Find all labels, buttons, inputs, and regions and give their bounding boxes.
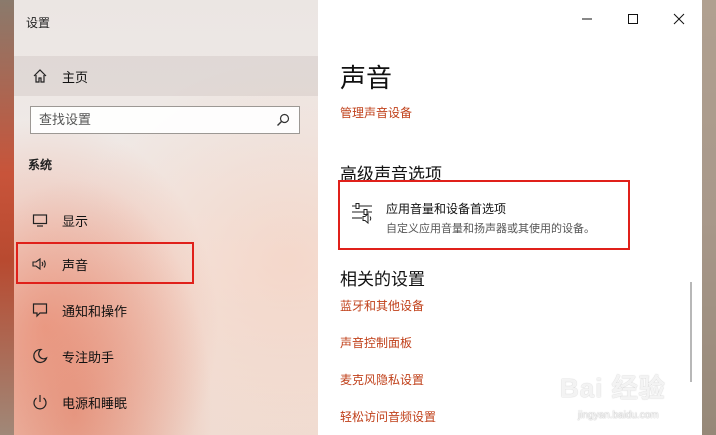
watermark-sub: jingyan.baidu.com — [578, 410, 659, 421]
home-icon — [30, 66, 50, 86]
maximize-button[interactable] — [610, 4, 656, 34]
sidebar-item-label: 主页 — [62, 70, 89, 86]
minimize-button[interactable] — [564, 4, 610, 34]
sidebar-item-notifications[interactable]: 通知和操作 — [14, 290, 318, 330]
minimize-icon — [581, 10, 593, 29]
sound-control-panel-link[interactable]: 声音控制面板 — [340, 334, 412, 351]
speaker-icon — [30, 254, 50, 274]
window-controls — [564, 4, 702, 34]
app-volume-preferences-title: 应用音量和设备首选项 — [386, 202, 507, 216]
sidebar-item-home[interactable]: 主页 — [14, 56, 318, 96]
app-volume-preferences-item[interactable]: 应用音量和设备首选项 自定义应用音量和扬声器或其使用的设备。 — [340, 182, 630, 242]
sidebar-item-label: 显示 — [62, 214, 89, 230]
ease-of-access-audio-link[interactable]: 轻松访问音频设置 — [340, 408, 436, 425]
sidebar-item-label: 电源和睡眠 — [62, 396, 128, 412]
maximize-icon — [627, 10, 639, 29]
microphone-privacy-link[interactable]: 麦克风隐私设置 — [340, 371, 424, 388]
sidebar-item-sound[interactable]: 声音 — [14, 244, 318, 284]
sidebar-item-label: 声音 — [62, 258, 89, 274]
search-input[interactable] — [31, 111, 273, 129]
notification-icon — [30, 300, 50, 320]
display-icon — [30, 210, 50, 230]
sidebar-item-power[interactable]: 电源和睡眠 — [14, 382, 318, 422]
section-label: 系统 — [28, 158, 53, 172]
close-button[interactable] — [656, 4, 702, 34]
search-field[interactable] — [30, 106, 300, 134]
bluetooth-devices-link[interactable]: 蓝牙和其他设备 — [340, 297, 424, 314]
window-title: 设置 — [26, 16, 51, 30]
search-icon[interactable] — [273, 110, 293, 130]
related-settings-heading: 相关的设置 — [340, 270, 425, 290]
sidebar: 设置 主页 系统 显示 声音 — [14, 0, 318, 435]
moon-icon — [30, 346, 50, 366]
page-title: 声音 — [340, 64, 393, 94]
power-icon — [30, 392, 50, 412]
sidebar-item-label: 通知和操作 — [62, 304, 128, 320]
app-volume-preferences-description: 自定义应用音量和扬声器或其使用的设备。 — [386, 222, 595, 235]
watermark-main: Bai 经验 — [560, 373, 666, 403]
sliders-speaker-icon — [350, 202, 374, 226]
sidebar-item-display[interactable]: 显示 — [14, 200, 318, 240]
desktop-background-left — [0, 0, 14, 435]
manage-sound-devices-link[interactable]: 管理声音设备 — [340, 104, 412, 121]
sidebar-item-focus-assist[interactable]: 专注助手 — [14, 336, 318, 376]
close-icon — [673, 10, 685, 29]
baidu-watermark: Bai 经验 jingyan.baidu.com — [560, 360, 710, 432]
sidebar-item-label: 专注助手 — [62, 350, 115, 366]
